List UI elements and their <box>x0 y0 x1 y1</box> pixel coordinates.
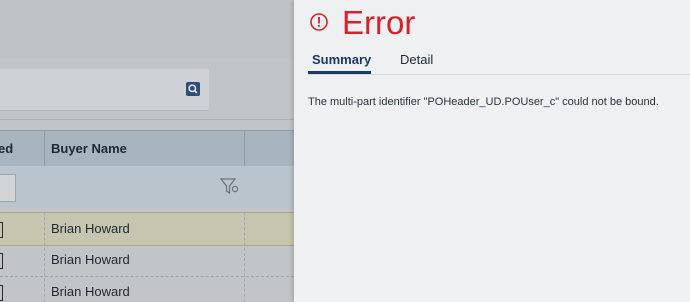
column-separator <box>244 131 245 166</box>
tabs-divider <box>308 74 690 75</box>
background-grid: ed Buyer Name Brian Howard Brian Howard … <box>0 0 294 302</box>
tab-summary[interactable]: Summary <box>312 50 371 70</box>
tab-detail[interactable]: Detail <box>400 50 433 70</box>
row-gridline <box>0 276 294 277</box>
column-gridline <box>244 212 246 302</box>
column-gridline <box>44 212 46 302</box>
search-box[interactable] <box>0 69 209 110</box>
exclamation-circle-icon <box>310 13 328 31</box>
buyer-name-cell: Brian Howard <box>51 284 130 299</box>
filter-input[interactable] <box>0 174 16 202</box>
column-header-ed[interactable]: ed <box>0 131 13 166</box>
filter-row <box>0 166 294 208</box>
error-panel: Error Summary Detail The multi-part iden… <box>294 0 690 302</box>
grid-header-row: ed Buyer Name <box>0 130 294 167</box>
row-checkbox[interactable] <box>0 253 3 269</box>
row-checkbox[interactable] <box>0 222 3 238</box>
background-toolbar <box>0 0 294 58</box>
search-icon[interactable] <box>186 82 200 96</box>
column-separator <box>44 131 45 166</box>
divider <box>0 119 294 120</box>
filter-funnel-icon[interactable] <box>220 178 240 196</box>
buyer-name-cell: Brian Howard <box>51 221 130 236</box>
error-message: The multi-part identifier "POHeader_UD.P… <box>308 96 659 108</box>
buyer-name-cell: Brian Howard <box>51 252 130 267</box>
row-checkbox[interactable] <box>0 285 3 301</box>
column-header-buyer-name[interactable]: Buyer Name <box>51 131 127 166</box>
error-title: Error <box>342 4 416 41</box>
